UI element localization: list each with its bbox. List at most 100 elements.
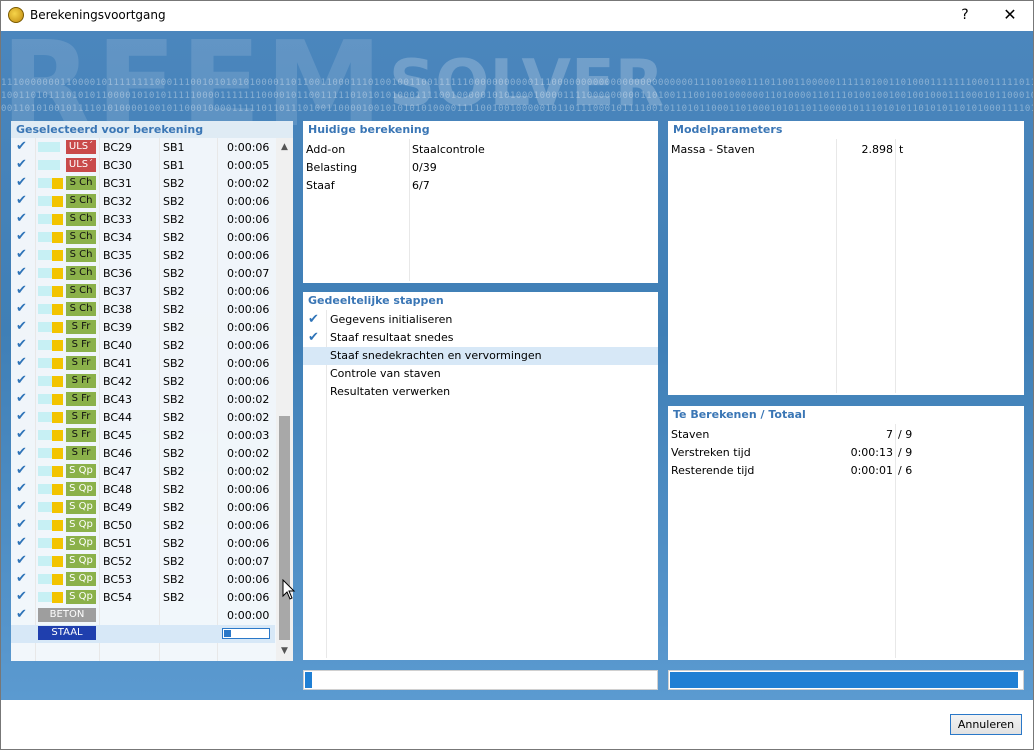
situation-label: SB2 — [163, 447, 185, 460]
category-badge: S Ch — [66, 230, 96, 244]
check-icon: ✔ — [16, 319, 27, 334]
list-item[interactable]: ✔ S Qp BC48 SB2 0:00:06 — [11, 481, 275, 499]
total-name: Staven — [671, 428, 710, 441]
situation-label: SB2 — [163, 285, 185, 298]
category-badge: S Ch — [66, 284, 96, 298]
check-icon: ✔ — [16, 409, 27, 424]
list-item[interactable]: ✔ S Qp BC51 SB2 0:00:06 — [11, 535, 275, 553]
current-calc-key: Add-on — [306, 143, 346, 156]
list-item[interactable]: ✔ S Qp BC52 SB2 0:00:07 — [11, 553, 275, 571]
total-value: 0:00:13 — [850, 446, 893, 459]
category-badge: S Fr — [66, 320, 96, 334]
binary-line: 1110000000110000101111111100011100101010… — [1, 78, 1033, 88]
category-badge: S Qp — [66, 464, 96, 478]
list-item[interactable]: ✔ ULS´ BC30 SB1 0:00:05 — [11, 157, 275, 175]
situation-label: SB2 — [163, 393, 185, 406]
duration-value: 0:00:07 — [227, 267, 270, 280]
situation-label: SB2 — [163, 195, 185, 208]
total-name: Verstreken tijd — [671, 446, 751, 459]
step-label: Resultaten verwerken — [330, 385, 451, 398]
category-badge: S Fr — [66, 356, 96, 370]
combination-label: BC29 — [103, 141, 133, 154]
check-icon: ✔ — [16, 499, 27, 514]
list-item[interactable]: ✔ S Fr BC44 SB2 0:00:02 — [11, 409, 275, 427]
list-item[interactable]: ✔ BETON 0:00:00 — [11, 607, 275, 625]
load-indicator-icon — [52, 412, 63, 423]
list-item[interactable]: ✔ S Ch BC31 SB2 0:00:02 — [11, 175, 275, 193]
step-item: Controle van staven — [303, 365, 658, 383]
window-title: Berekeningsvoortgang — [30, 8, 166, 22]
chevron-down-icon[interactable]: ▼ — [276, 643, 293, 660]
list-item[interactable]: ✔ S Ch BC34 SB2 0:00:06 — [11, 229, 275, 247]
check-icon: ✔ — [16, 553, 27, 568]
load-indicator-icon — [52, 574, 63, 585]
combination-label: BC53 — [103, 573, 133, 586]
list-item[interactable]: ✔ S Ch BC35 SB2 0:00:06 — [11, 247, 275, 265]
list-item[interactable]: ✔ S Fr BC39 SB2 0:00:06 — [11, 319, 275, 337]
situation-label: SB2 — [163, 411, 185, 424]
combination-label: BC30 — [103, 159, 133, 172]
situation-label: SB2 — [163, 321, 185, 334]
duration-value: 0:00:05 — [227, 159, 270, 172]
list-item[interactable]: ✔ S Ch BC33 SB2 0:00:06 — [11, 211, 275, 229]
category-badge: S Ch — [66, 212, 96, 226]
category-badge: S Fr — [66, 410, 96, 424]
list-item[interactable]: ✔ S Qp BC49 SB2 0:00:06 — [11, 499, 275, 517]
list-item[interactable]: ✔ S Ch BC36 SB2 0:00:07 — [11, 265, 275, 283]
load-indicator-icon — [52, 322, 63, 333]
list-item[interactable]: ✔ S Ch BC38 SB2 0:00:06 — [11, 301, 275, 319]
combination-label: BC32 — [103, 195, 133, 208]
combination-label: BC51 — [103, 537, 133, 550]
help-button[interactable]: ? — [952, 4, 978, 26]
list-item[interactable]: ✔ S Fr BC41 SB2 0:00:06 — [11, 355, 275, 373]
duration-value: 0:00:06 — [227, 321, 270, 334]
duration-value: 0:00:06 — [227, 213, 270, 226]
load-indicator-icon — [52, 376, 63, 387]
load-indicator-icon — [52, 304, 63, 315]
list-item[interactable]: ✔ ULS´ BC29 SB1 0:00:06 — [11, 139, 275, 157]
category-badge: S Ch — [66, 194, 96, 208]
list-item[interactable]: ✔ S Fr BC45 SB2 0:00:03 — [11, 427, 275, 445]
list-item[interactable]: ✔ S Qp BC53 SB2 0:00:06 — [11, 571, 275, 589]
category-badge: S Ch — [66, 266, 96, 280]
list-item[interactable]: ✔ S Qp BC47 SB2 0:00:02 — [11, 463, 275, 481]
list-item[interactable]: ✔ S Fr BC43 SB2 0:00:02 — [11, 391, 275, 409]
list-item[interactable]: ✔ S Fr BC40 SB2 0:00:06 — [11, 337, 275, 355]
combination-label: BC34 — [103, 231, 133, 244]
list-item[interactable]: ✔ S Qp BC54 SB2 0:00:06 — [11, 589, 275, 607]
category-badge: S Fr — [66, 446, 96, 460]
list-item[interactable]: ✔ S Ch BC37 SB2 0:00:06 — [11, 283, 275, 301]
load-indicator-icon — [52, 214, 63, 225]
category-badge: S Fr — [66, 338, 96, 352]
scrollbar-thumb[interactable] — [279, 416, 290, 640]
duration-value: 0:00:06 — [227, 303, 270, 316]
total-value: 0:00:01 — [850, 464, 893, 477]
check-icon: ✔ — [16, 139, 27, 154]
binary-line: 0011010100101111010100001001011000100001… — [1, 104, 1033, 114]
model-param-name: Massa - Staven — [671, 143, 755, 156]
cancel-button[interactable]: Annuleren — [950, 714, 1022, 735]
combination-label: BC48 — [103, 483, 133, 496]
list-item[interactable]: ✔ S Qp BC50 SB2 0:00:06 — [11, 517, 275, 535]
list-item[interactable]: ✔ S Fr BC42 SB2 0:00:06 — [11, 373, 275, 391]
duration-value: 0:00:06 — [227, 501, 270, 514]
step-label: Staaf resultaat snedes — [330, 331, 454, 344]
situation-label: SB2 — [163, 465, 185, 478]
list-item[interactable]: STAAL — [11, 625, 275, 643]
list-item[interactable]: ✔ S Fr BC46 SB2 0:00:02 — [11, 445, 275, 463]
check-icon: ✔ — [16, 211, 27, 226]
close-button[interactable]: ✕ — [990, 4, 1030, 26]
check-icon: ✔ — [16, 157, 27, 172]
combination-label: BC33 — [103, 213, 133, 226]
category-badge: S Qp — [66, 482, 96, 496]
situation-label: SB2 — [163, 375, 185, 388]
chevron-up-icon[interactable]: ▲ — [276, 139, 293, 156]
load-indicator-icon — [52, 250, 63, 261]
duration-value: 0:00:06 — [227, 285, 270, 298]
combination-label: BC41 — [103, 357, 133, 370]
situation-label: SB2 — [163, 483, 185, 496]
model-param-unit: t — [899, 143, 904, 156]
model-parameters-title: Modelparameters — [673, 123, 783, 136]
situation-label: SB2 — [163, 339, 185, 352]
list-item[interactable]: ✔ S Ch BC32 SB2 0:00:06 — [11, 193, 275, 211]
